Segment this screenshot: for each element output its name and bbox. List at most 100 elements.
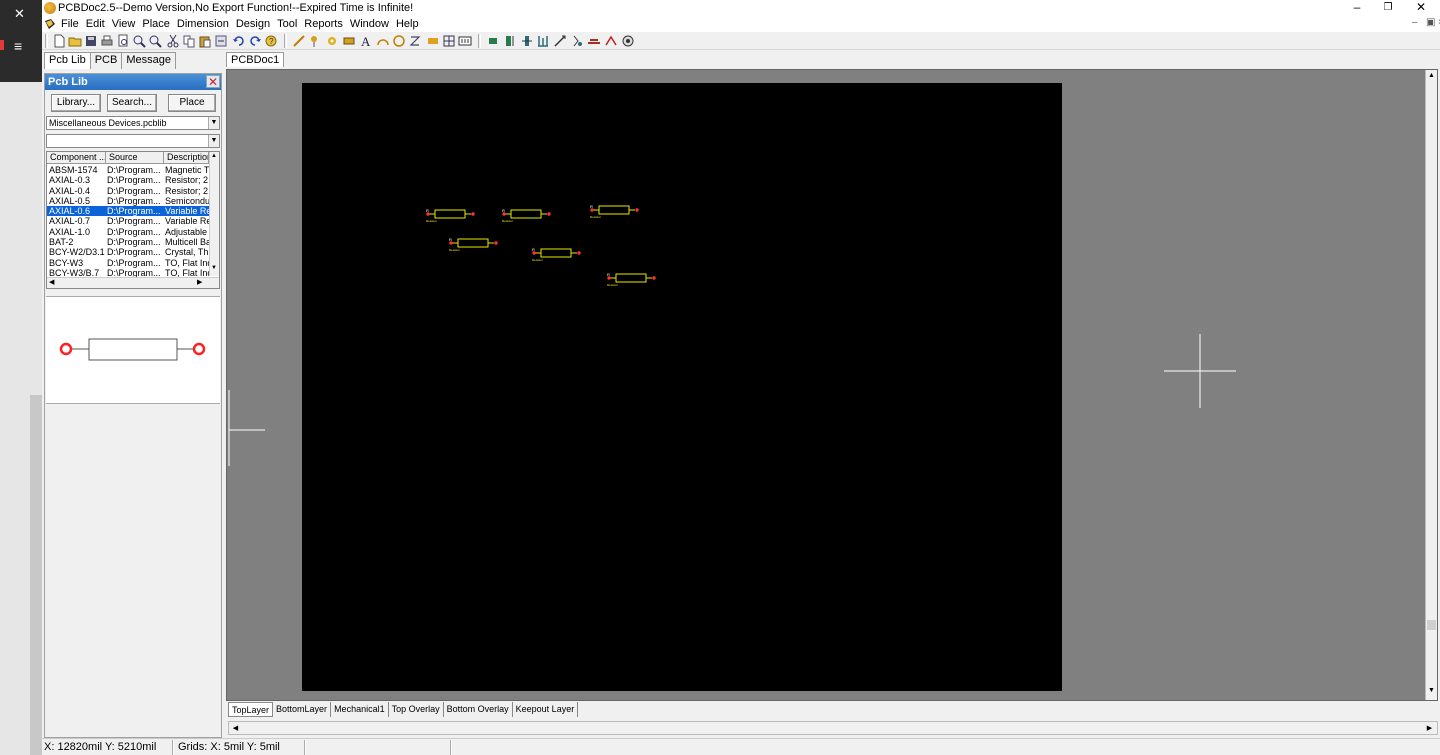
- grid-icon[interactable]: [536, 34, 550, 48]
- column-header-source[interactable]: Source: [106, 152, 164, 164]
- print-icon[interactable]: [100, 34, 114, 48]
- minimize-icon[interactable]: –: [1342, 0, 1372, 16]
- component-4[interactable]: R Resistor: [449, 237, 498, 252]
- scroll-left-icon[interactable]: ◀: [49, 278, 54, 286]
- scroll-down-icon[interactable]: ▼: [1428, 687, 1435, 694]
- layer-tab-bottomlayer[interactable]: BottomLayer: [273, 702, 332, 717]
- layer-tab-top-overlay[interactable]: Top Overlay: [389, 702, 444, 717]
- menu-dimension[interactable]: Dimension: [176, 17, 235, 31]
- menu-window[interactable]: Window: [349, 17, 395, 31]
- fill-icon[interactable]: [408, 34, 422, 48]
- undo-icon[interactable]: [232, 34, 246, 48]
- library-button[interactable]: Library...: [51, 94, 101, 112]
- search-button[interactable]: Search...: [107, 94, 157, 112]
- component-5[interactable]: R Resistor: [532, 247, 581, 262]
- close-icon[interactable]: ✕: [1406, 0, 1436, 16]
- scroll-down-icon[interactable]: ▼: [211, 265, 217, 271]
- zoom-in-icon[interactable]: [132, 34, 146, 48]
- pin-icon[interactable]: [308, 34, 322, 48]
- place-button[interactable]: Place: [168, 94, 216, 112]
- table-row[interactable]: AXIAL-0.5 D:\Program... Semiconduc...: [47, 196, 212, 206]
- pcb-board[interactable]: R Resistor R Resistor R Resistor R Resis…: [302, 83, 1062, 691]
- column-header-description[interactable]: Description: [164, 152, 209, 164]
- scroll-right-icon[interactable]: ▶: [197, 278, 202, 286]
- measure-icon[interactable]: [553, 34, 567, 48]
- print-preview-icon[interactable]: [116, 34, 130, 48]
- layer-tab-bottom-overlay[interactable]: Bottom Overlay: [444, 702, 513, 717]
- table-row[interactable]: BAT-2 D:\Program... Multicell Bat...: [47, 237, 212, 247]
- chevron-down-icon[interactable]: ▼: [208, 135, 219, 147]
- table-row[interactable]: BCY-W3 D:\Program... TO, Flat Ind...: [47, 258, 212, 268]
- table-horizontal-scrollbar[interactable]: ◀ ▶: [47, 277, 219, 288]
- menu-place[interactable]: Place: [141, 17, 176, 31]
- via-icon[interactable]: [325, 34, 339, 48]
- external-close-icon[interactable]: ✕: [14, 6, 25, 22]
- zoom-out-icon[interactable]: [148, 34, 162, 48]
- canvas-vertical-scrollbar[interactable]: ▲ ▼: [1425, 70, 1437, 700]
- external-menu-icon[interactable]: ≡: [14, 38, 22, 54]
- circle-icon[interactable]: [392, 34, 406, 48]
- layer-tab-toplayer[interactable]: TopLayer: [228, 702, 274, 717]
- menu-help[interactable]: Help: [395, 17, 425, 31]
- paste-special-icon[interactable]: [214, 34, 228, 48]
- table-row[interactable]: AXIAL-0.7 D:\Program... Variable Re...: [47, 216, 212, 226]
- board-drawing[interactable]: R Resistor R Resistor R Resistor R Resis…: [302, 83, 1062, 691]
- tab-pcb[interactable]: PCB: [89, 52, 123, 69]
- table-row[interactable]: AXIAL-0.6 D:\Program... Variable Re...: [47, 206, 212, 217]
- library-select[interactable]: Miscellaneous Devices.pcblib ▼: [46, 116, 220, 130]
- layer-tab-mechanical1[interactable]: Mechanical1: [331, 702, 389, 717]
- toolbar-grip[interactable]: [45, 34, 48, 48]
- save-icon[interactable]: [84, 34, 98, 48]
- new-icon[interactable]: [52, 34, 66, 48]
- pcb-canvas-area[interactable]: R Resistor R Resistor R Resistor R Resis…: [226, 69, 1438, 701]
- coordinate-icon[interactable]: [458, 34, 472, 48]
- scroll-right-icon[interactable]: ▶: [1424, 723, 1435, 734]
- canvas-scroll-thumb[interactable]: [1427, 620, 1436, 630]
- column-header-component[interactable]: Component ...: [47, 152, 106, 164]
- table-row[interactable]: ABSM-1574 D:\Program... Magnetic Tr...: [47, 165, 212, 175]
- mdi-restore-icon[interactable]: ▣: [1426, 17, 1435, 28]
- route-icon[interactable]: [486, 34, 500, 48]
- external-scrollbar[interactable]: [30, 395, 42, 755]
- line-icon[interactable]: [292, 34, 306, 48]
- restore-icon[interactable]: ❐: [1373, 0, 1403, 16]
- rectangle-icon[interactable]: [426, 34, 440, 48]
- arc-icon[interactable]: [376, 34, 390, 48]
- paste-icon[interactable]: [198, 34, 212, 48]
- scroll-up-icon[interactable]: ▲: [211, 153, 217, 159]
- align-icon[interactable]: [503, 34, 517, 48]
- settings-icon[interactable]: [621, 34, 635, 48]
- drc-icon[interactable]: [570, 34, 584, 48]
- help-icon[interactable]: ?: [264, 34, 278, 48]
- canvas-horizontal-scrollbar[interactable]: ◀ ▶: [228, 721, 1438, 735]
- table-row[interactable]: AXIAL-0.3 D:\Program... Resistor; 2 L...: [47, 175, 212, 185]
- tab-pcb-lib[interactable]: Pcb Lib: [44, 52, 91, 69]
- component-6[interactable]: R Resistor: [607, 272, 656, 287]
- menu-file[interactable]: File: [60, 17, 85, 31]
- redo-icon[interactable]: [248, 34, 262, 48]
- component-1[interactable]: R Resistor: [426, 208, 475, 223]
- menu-reports[interactable]: Reports: [303, 17, 349, 31]
- copy-icon[interactable]: [182, 34, 196, 48]
- menu-design[interactable]: Design: [235, 17, 276, 31]
- table-row[interactable]: AXIAL-0.4 D:\Program... Resistor; 2 L...: [47, 186, 212, 196]
- mdi-minimize-icon[interactable]: –: [1412, 17, 1418, 28]
- panel-close-icon[interactable]: ✕: [206, 75, 220, 88]
- chevron-down-icon[interactable]: ▼: [208, 117, 219, 129]
- table-row[interactable]: AXIAL-1.0 D:\Program... Adjustable ...: [47, 227, 212, 237]
- pad-icon[interactable]: [342, 34, 356, 48]
- tab-pcbdoc1[interactable]: PCBDoc1: [226, 52, 285, 67]
- open-icon[interactable]: [68, 34, 82, 48]
- text-icon[interactable]: A: [360, 34, 374, 48]
- tab-message[interactable]: Message: [121, 52, 176, 69]
- table-vertical-scrollbar[interactable]: ▲ ▼: [209, 152, 219, 276]
- component-3[interactable]: R Resistor: [590, 204, 639, 219]
- layer-tab-keepout[interactable]: Keepout Layer: [513, 702, 579, 717]
- cut-icon[interactable]: [166, 34, 180, 48]
- menu-view[interactable]: View: [111, 17, 142, 31]
- table-row[interactable]: BCY-W2/D3.1D:\Program... Crystal, Thru...: [47, 247, 212, 257]
- menu-tool[interactable]: Tool: [276, 17, 303, 31]
- scroll-left-icon[interactable]: ◀: [230, 723, 241, 734]
- gerber-icon[interactable]: [604, 34, 618, 48]
- component-2[interactable]: R Resistor: [502, 208, 551, 223]
